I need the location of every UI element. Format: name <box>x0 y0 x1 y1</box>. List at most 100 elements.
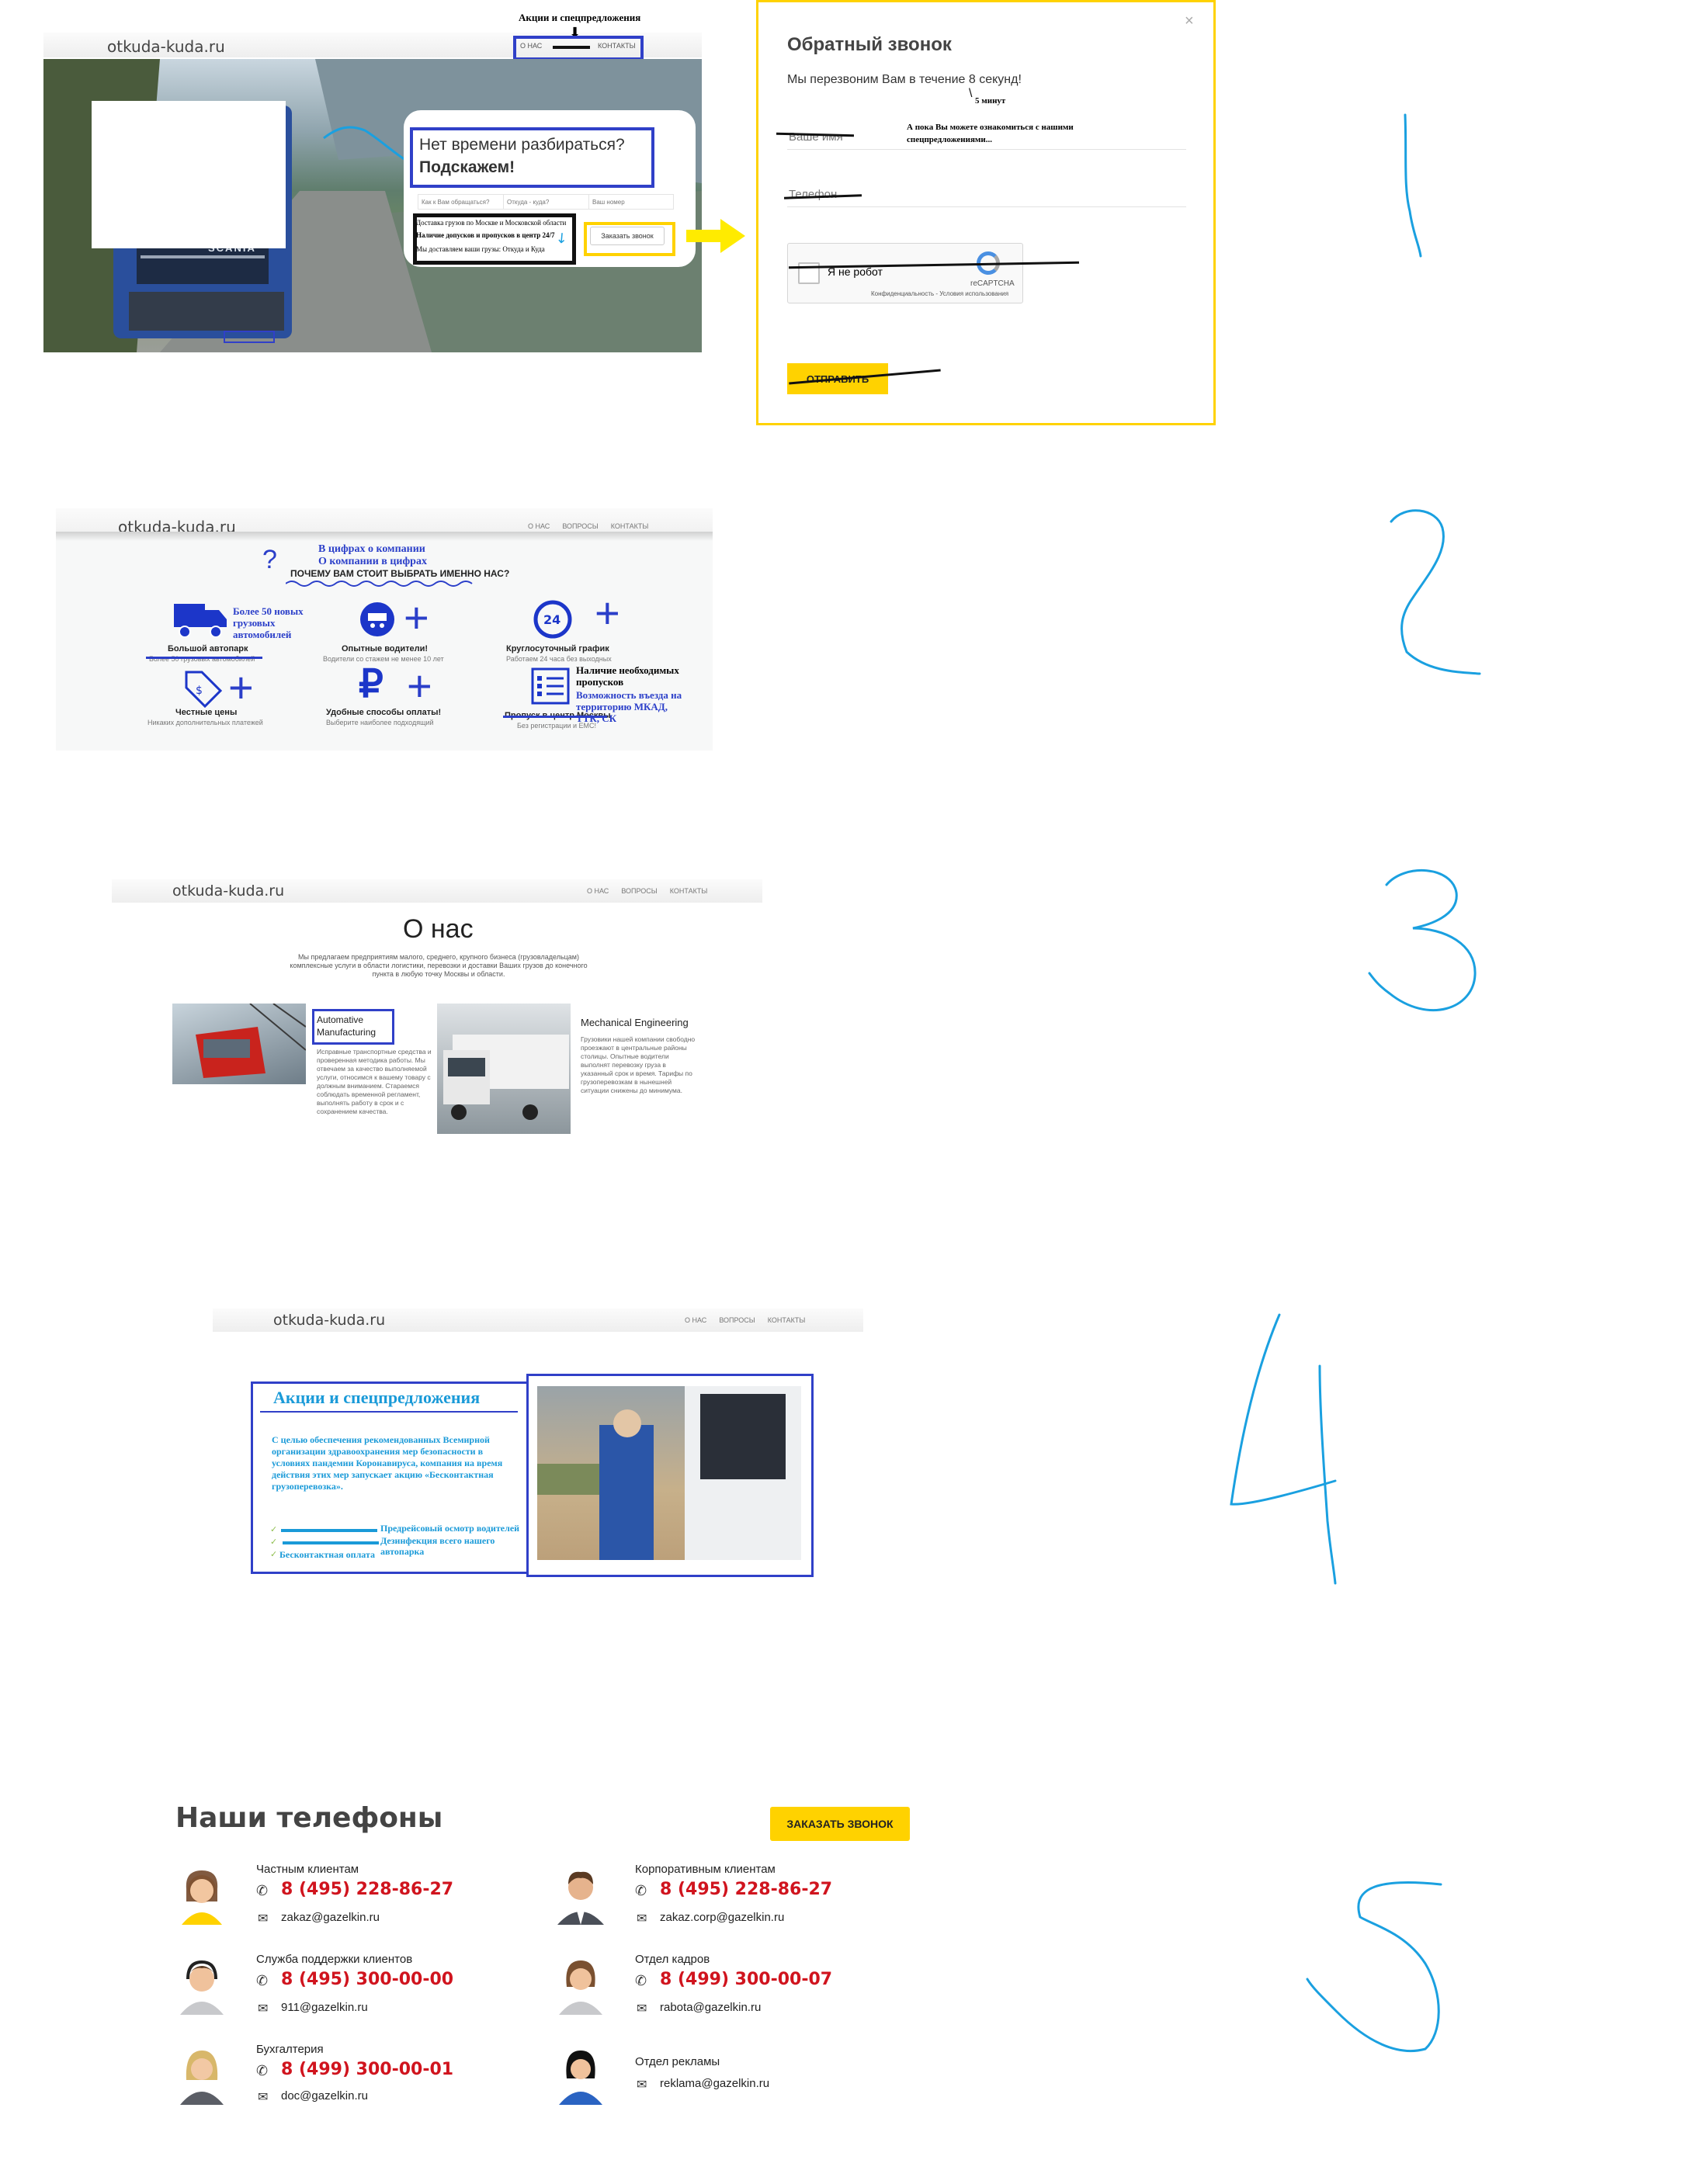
annotation-minutes-mark: \ <box>969 87 973 100</box>
avatar-private-clients <box>174 1863 230 1929</box>
promo-title: Акции и спецпредложения <box>273 1388 481 1407</box>
promo-title-underline <box>260 1411 518 1413</box>
contact1-phone[interactable]: 8 (495) 228-86-27 <box>281 1880 453 1899</box>
about-intro: Мы предлагаем предприятиям малого, средн… <box>290 953 588 978</box>
svg-text:$: $ <box>196 685 203 697</box>
contact2-phone[interactable]: 8 (495) 228-86-27 <box>660 1880 832 1899</box>
nav-questions-3[interactable]: ВОПРОСЫ <box>621 887 657 895</box>
card2-text: Грузовики нашей компании свободно проезж… <box>581 1035 696 1094</box>
hero-note-line1: Доставка грузов по Москве и Московской о… <box>416 219 567 227</box>
avatar-corporate-clients <box>553 1863 609 1929</box>
contact4-phone[interactable]: 8 (499) 300-00-07 <box>660 1970 832 1989</box>
contact2-label: Корпоративным клиентам <box>635 1863 776 1876</box>
nav-questions-2[interactable]: ВОПРОСЫ <box>562 522 598 530</box>
modal-close-icon[interactable]: × <box>1185 12 1194 30</box>
hero-order-button[interactable]: Заказать звонок <box>590 227 665 245</box>
marker-4 <box>1230 1313 1337 1585</box>
nav-about[interactable]: О НАС <box>520 42 542 50</box>
mail-icon-4: ✉ <box>637 2002 647 2016</box>
promo-item-2: Дезинфекция всего нашего автопарка <box>380 1535 495 1557</box>
phone-icon-3: ✆ <box>256 1973 269 1988</box>
mail-icon-2: ✉ <box>637 1912 647 1926</box>
annotation-feature6-title: Наличие необходимых пропусков <box>576 664 679 688</box>
annotation-stats-line2: О компании в цифрах <box>318 556 427 567</box>
section3-navbar: otkuda-kuda.ru О НАС ВОПРОСЫ КОНТАКТЫ <box>112 879 762 903</box>
hero-title-line2: Подскажем! <box>419 158 515 176</box>
ruble-icon: ₽ <box>359 662 383 705</box>
nav-contacts-2[interactable]: КОНТАКТЫ <box>611 522 649 530</box>
nav-questions-4[interactable]: ВОПРОСЫ <box>719 1316 755 1324</box>
annotation-wavy-underline <box>286 581 473 587</box>
phone-icon-4: ✆ <box>635 1973 647 1988</box>
nav-contacts-3[interactable]: КОНТАКТЫ <box>670 887 708 895</box>
driver-icon <box>357 599 397 645</box>
hero-name-input[interactable] <box>418 194 506 210</box>
card2-title: Mechanical Engineering <box>581 1017 689 1028</box>
recaptcha-links[interactable]: Конфиденциальность - Условия использован… <box>871 290 1008 297</box>
price-tag-icon: $ <box>182 666 225 713</box>
contact5-phone[interactable]: 8 (499) 300-00-01 <box>281 2060 453 2079</box>
site-logo[interactable]: otkuda-kuda.ru <box>107 37 225 56</box>
contact6-email[interactable]: reklama@gazelkin.ru <box>660 2077 769 2090</box>
site-logo-3[interactable]: otkuda-kuda.ru <box>172 882 284 900</box>
contact4-email[interactable]: rabota@gazelkin.ru <box>660 2001 761 2014</box>
nav-crossed-item <box>553 46 590 49</box>
mail-icon-1: ✉ <box>258 1912 269 1926</box>
avatar-hr <box>553 1953 609 2019</box>
contact5-email[interactable]: doc@gazelkin.ru <box>281 2089 368 2103</box>
avatar-advertising <box>553 2043 609 2109</box>
hero-note-line2: Наличие допусков и пропусков в центр 24/… <box>416 231 555 239</box>
contact3-label: Служба поддержки клиентов <box>256 1953 413 1966</box>
feature2-title: Опытные водители! <box>342 644 429 653</box>
hero-route-input[interactable] <box>503 194 592 210</box>
feature6-sub: Без регистрации и ЕМС! <box>517 722 597 730</box>
annotation-plus-4: + <box>228 663 254 712</box>
annotation-plate-box <box>224 331 275 343</box>
phones-title: Наши телефоны <box>175 1802 443 1834</box>
svg-text:24: 24 <box>543 612 560 627</box>
section4-nav: О НАС ВОПРОСЫ КОНТАКТЫ <box>685 1316 805 1324</box>
avatar-support <box>174 1953 230 2019</box>
marker-1 <box>1404 113 1422 258</box>
card1-text: Исправные транспортные средства и провер… <box>317 1048 432 1115</box>
promo-check-3: ✓ <box>270 1550 278 1559</box>
nav-contacts-4[interactable]: КОНТАКТЫ <box>768 1316 806 1324</box>
feature3-title: Круглосуточный график <box>506 644 609 653</box>
section4-navbar: otkuda-kuda.ru О НАС ВОПРОСЫ КОНТАКТЫ <box>213 1309 863 1332</box>
about-image-white-truck <box>437 1004 571 1134</box>
contact3-email[interactable]: 911@gazelkin.ru <box>281 2001 368 2014</box>
nav-about-3[interactable]: О НАС <box>587 887 609 895</box>
section2-nav-shadow <box>56 532 713 541</box>
annotation-feature1: Более 50 новых грузовых автомобилей <box>233 605 304 640</box>
phone-icon-1: ✆ <box>256 1883 269 1898</box>
contact3-phone[interactable]: 8 (495) 300-00-00 <box>281 1970 453 1989</box>
site-logo-4[interactable]: otkuda-kuda.ru <box>273 1312 385 1329</box>
nav-about-2[interactable]: О НАС <box>528 522 550 530</box>
nav-contacts[interactable]: КОНТАКТЫ <box>598 42 636 50</box>
phone-icon-5: ✆ <box>256 2063 269 2078</box>
modal-name-input[interactable] <box>787 124 1186 150</box>
contact2-email[interactable]: zakaz.corp@gazelkin.ru <box>660 1911 784 1924</box>
annotation-plus-5: + <box>407 661 432 710</box>
promo-item-1: Предрейсовый осмотр водителей <box>380 1523 520 1534</box>
marker-5 <box>1306 1881 1442 2053</box>
promo-text: С целью обеспечения рекомендованных Всем… <box>272 1434 503 1492</box>
mail-icon-6: ✉ <box>637 2078 647 2092</box>
section3-nav: О НАС ВОПРОСЫ КОНТАКТЫ <box>587 887 707 895</box>
promo-image <box>537 1386 801 1560</box>
hero-phone-input[interactable] <box>588 194 674 210</box>
feature4-title: Честные цены <box>175 708 238 717</box>
modal-title: Обратный звонок <box>787 34 952 55</box>
annotation-plus-3: + <box>595 588 620 637</box>
clock24-icon: 24 <box>531 598 574 645</box>
nav-about-4[interactable]: О НАС <box>685 1316 706 1324</box>
phones-order-button[interactable]: ЗАКАЗАТЬ ЗВОНОК <box>770 1807 910 1841</box>
contact5-label: Бухгалтерия <box>256 2043 324 2056</box>
about-title: О нас <box>403 914 474 944</box>
truck-icon <box>172 598 228 645</box>
hero-note-line3: Мы доставляем ваши грузы: Откуда и Куда <box>416 245 545 253</box>
avatar-accounting <box>174 2043 230 2109</box>
contact1-email[interactable]: zakaz@gazelkin.ru <box>281 1911 380 1924</box>
contact6-label: Отдел рекламы <box>635 2055 720 2068</box>
annotation-strike-feature6 <box>503 716 607 718</box>
